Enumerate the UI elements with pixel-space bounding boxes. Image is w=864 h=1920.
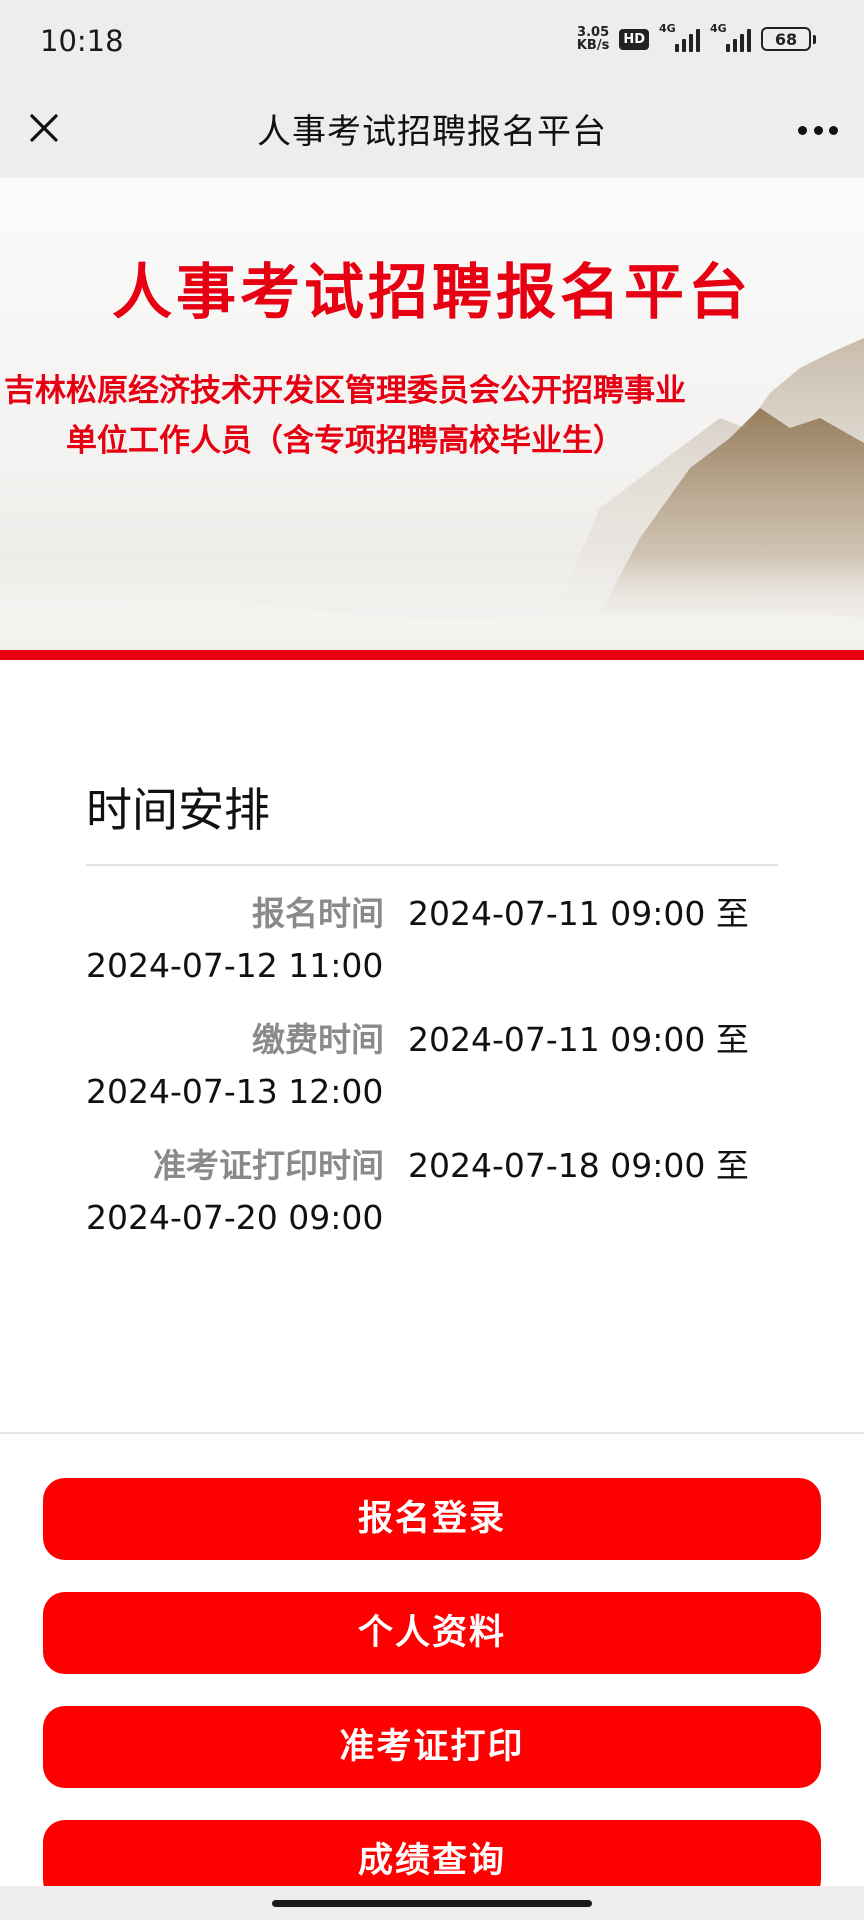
network-speed: 3.05 KB/s xyxy=(577,26,609,52)
schedule-item-admission-ticket: 准考证打印时间 2024-07-18 09:00 至 2024-07-20 09… xyxy=(86,1140,778,1244)
schedule-item-start: 2024-07-18 09:00 至 xyxy=(408,1146,749,1185)
system-navigation-bar xyxy=(0,1886,864,1920)
schedule-title: 时间安排 xyxy=(86,780,778,866)
schedule-item-end: 2024-07-20 09:00 xyxy=(86,1198,384,1237)
battery-icon: 68 xyxy=(761,27,816,51)
more-icon[interactable] xyxy=(794,110,842,150)
schedule-section: 时间安排 报名时间 2024-07-11 09:00 至 2024-07-12 … xyxy=(86,780,778,1244)
personal-info-button[interactable]: 个人资料 xyxy=(43,1592,821,1674)
header-banner: 人事考试招聘报名平台 吉林松原经济技术开发区管理委员会公开招聘事业单位工作人员（… xyxy=(0,178,864,650)
schedule-item-label: 报名时间 xyxy=(252,894,384,933)
signal-label: 4G xyxy=(710,22,727,35)
schedule-item-label: 准考证打印时间 xyxy=(153,1146,384,1185)
print-admission-ticket-button[interactable]: 准考证打印 xyxy=(43,1706,821,1788)
signal-label: 4G xyxy=(659,22,676,35)
hd-icon: HD xyxy=(619,28,649,50)
schedule-item-end: 2024-07-13 12:00 xyxy=(86,1072,384,1111)
status-indicators: 3.05 KB/s HD 4G 4G 68 xyxy=(577,22,816,52)
banner-divider xyxy=(0,650,864,660)
schedule-item-label: 缴费时间 xyxy=(252,1020,384,1059)
status-time: 10:18 xyxy=(40,24,124,58)
schedule-item-start: 2024-07-11 09:00 至 xyxy=(408,1020,749,1059)
schedule-item-registration: 报名时间 2024-07-11 09:00 至 2024-07-12 11:00 xyxy=(86,888,778,992)
battery-level: 68 xyxy=(761,27,811,51)
banner-title: 人事考试招聘报名平台 xyxy=(112,258,752,328)
signal-icon: 4G xyxy=(710,22,751,52)
page-title: 人事考试招聘报名平台 xyxy=(257,112,607,152)
nav-bar: 人事考试招聘报名平台 xyxy=(0,86,864,178)
status-bar: 10:18 3.05 KB/s HD 4G 4G 68 xyxy=(0,0,864,86)
section-divider xyxy=(0,1432,864,1434)
schedule-item-end: 2024-07-12 11:00 xyxy=(86,946,384,985)
schedule-item-start: 2024-07-11 09:00 至 xyxy=(408,894,749,933)
banner-subtitle: 吉林松原经济技术开发区管理委员会公开招聘事业单位工作人员（含专项招聘高校毕业生） xyxy=(4,373,686,459)
register-login-button[interactable]: 报名登录 xyxy=(43,1478,821,1560)
signal-icon: 4G xyxy=(659,22,700,52)
schedule-item-payment: 缴费时间 2024-07-11 09:00 至 2024-07-13 12:00 xyxy=(86,1014,778,1118)
action-buttons: 报名登录 个人资料 准考证打印 成绩查询 xyxy=(43,1478,821,1920)
home-indicator[interactable] xyxy=(272,1900,592,1907)
network-speed-unit: KB/s xyxy=(576,38,610,53)
